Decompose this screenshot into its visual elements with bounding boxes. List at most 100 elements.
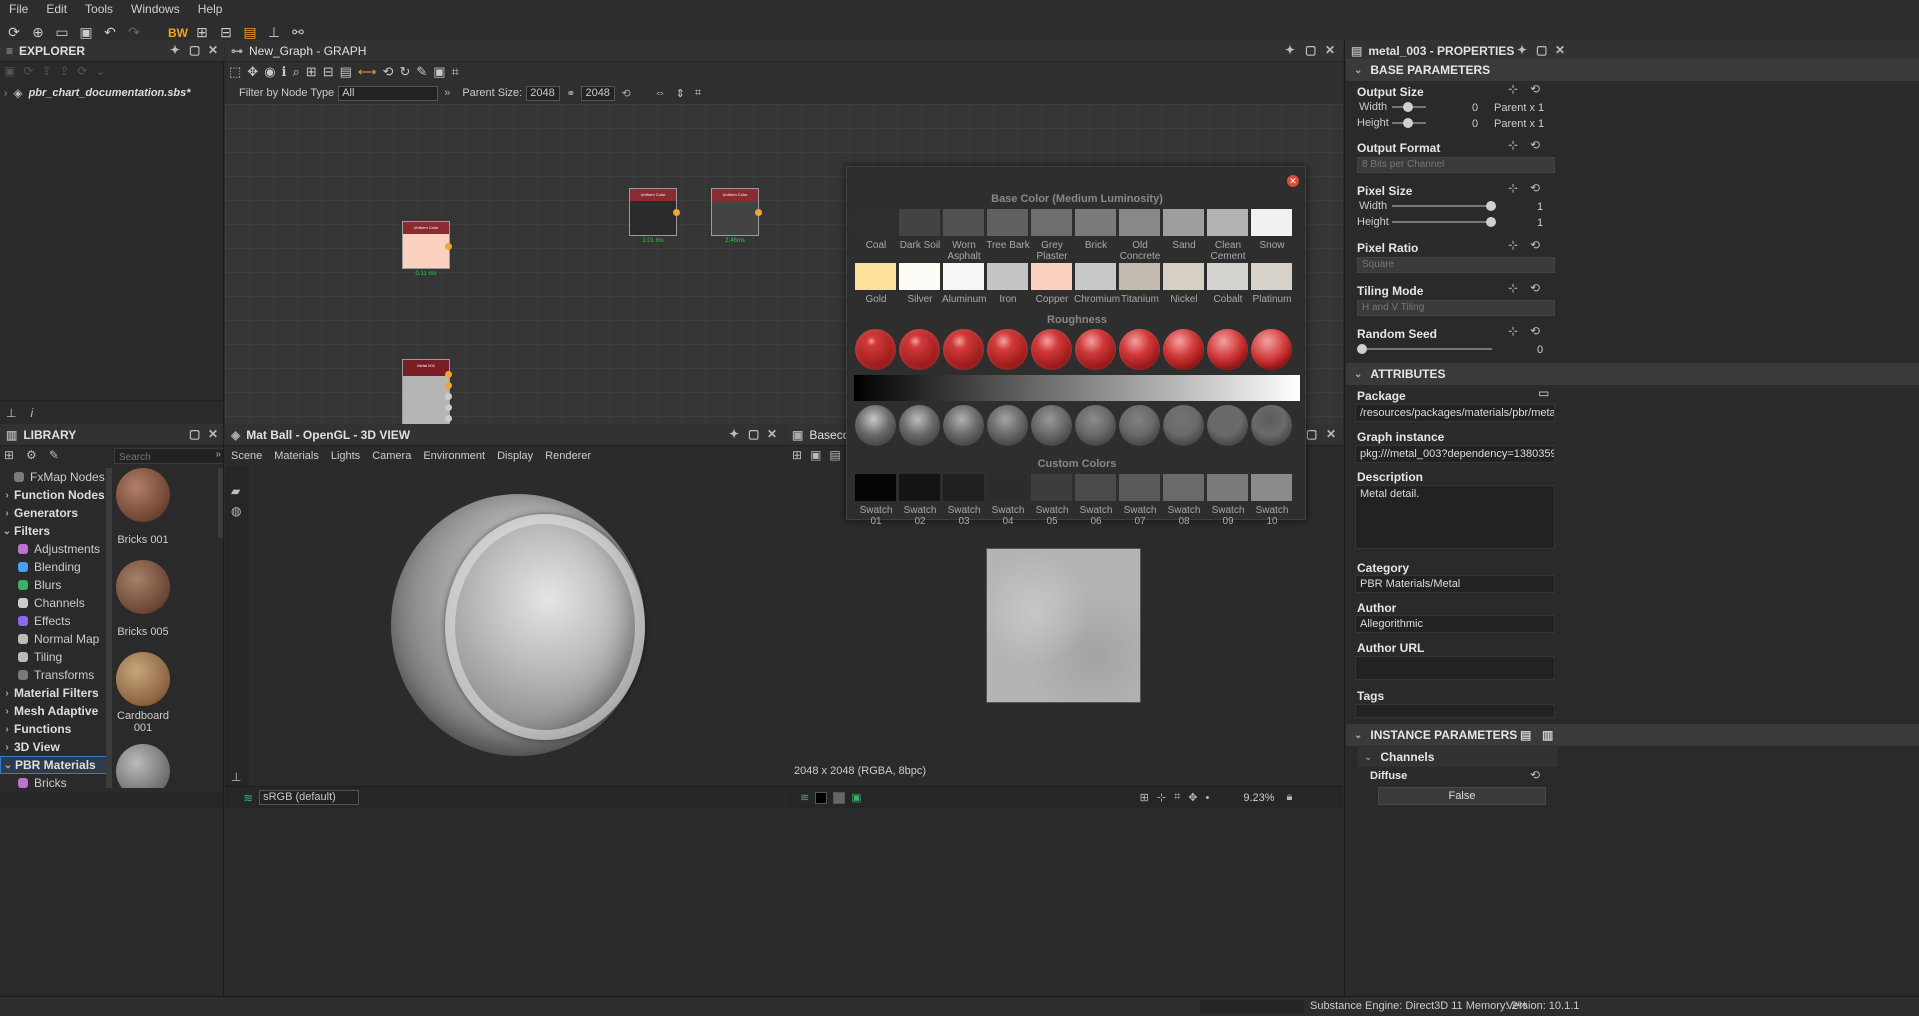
base-parameters-section[interactable]: ⌄ BASE PARAMETERS — [1346, 59, 1919, 81]
pin-icon[interactable]: ✦ — [729, 427, 739, 441]
camera-icon[interactable]: ◉ — [264, 64, 275, 80]
thumb-item[interactable] — [116, 744, 170, 788]
metal-swatch[interactable] — [1031, 263, 1072, 290]
graph-node-uniform-color-3[interactable]: Uniform Color — [711, 188, 759, 236]
view3d-menu-environment[interactable]: Environment — [417, 450, 491, 462]
metal-swatch[interactable] — [855, 263, 896, 290]
pixel-width-slider[interactable] — [1392, 205, 1492, 207]
grid-icon[interactable]: ⊞ — [1140, 791, 1149, 804]
output-format-select[interactable]: 8 Bits per Channel — [1357, 157, 1555, 173]
base-color-swatch[interactable] — [1207, 209, 1248, 236]
custom-swatch[interactable] — [987, 474, 1028, 501]
maximize-icon[interactable]: ▢ — [1306, 427, 1317, 441]
node-output-port[interactable] — [673, 209, 680, 216]
thumb-item[interactable] — [116, 560, 170, 614]
close-overlay-icon[interactable]: ✕ — [1287, 175, 1299, 187]
preview-icon[interactable]: ▣ — [433, 64, 445, 80]
metal-swatch[interactable] — [943, 263, 984, 290]
close-icon[interactable]: ✕ — [1555, 43, 1565, 57]
library-tree-item[interactable]: Blending — [0, 558, 108, 576]
chevron-icon[interactable]: › — [0, 706, 14, 717]
output-height-knob[interactable] — [1403, 118, 1413, 128]
base-color-swatch[interactable] — [1119, 209, 1160, 236]
base-color-swatch[interactable] — [943, 209, 984, 236]
link-icon[interactable]: ⊹ — [1508, 181, 1518, 195]
custom-swatch[interactable] — [1163, 474, 1204, 501]
basecolor-preview[interactable] — [986, 548, 1141, 703]
view3d-menu-scene[interactable]: Scene — [225, 450, 268, 462]
custom-swatch[interactable] — [1251, 474, 1292, 501]
close-icon[interactable]: ✕ — [1326, 427, 1336, 441]
explorer-file-item[interactable]: › ◈ pbr_chart_documentation.sbs* — [4, 86, 191, 100]
random-seed-slider[interactable] — [1360, 348, 1492, 350]
layers-icon[interactable]: ≋ — [243, 791, 253, 805]
folder-icon[interactable]: ▭ — [1538, 386, 1549, 400]
library-tree-item[interactable]: Bricks — [0, 774, 108, 792]
instance-parameters-section[interactable]: ⌄ INSTANCE PARAMETERS ▤ ▥ — [1346, 724, 1919, 746]
link-icon[interactable]: ⊹ — [1508, 324, 1518, 338]
pixel-height-knob[interactable] — [1486, 217, 1496, 227]
custom-swatch[interactable] — [1119, 474, 1160, 501]
menu-edit[interactable]: Edit — [37, 2, 76, 16]
chevron-icon[interactable]: ⌄ — [0, 526, 14, 537]
pixel-height-slider[interactable] — [1392, 221, 1492, 223]
author-url-field[interactable] — [1355, 656, 1555, 680]
custom-swatch[interactable] — [943, 474, 984, 501]
maximize-icon[interactable]: ▢ — [189, 43, 200, 57]
thumb-item[interactable] — [116, 652, 170, 706]
random-seed-knob[interactable] — [1357, 344, 1367, 354]
preview-icon[interactable]: ▣ — [851, 791, 861, 804]
pin-icon[interactable]: ✦ — [1517, 43, 1527, 57]
close-icon[interactable]: ✕ — [1325, 43, 1335, 57]
library-tree-item[interactable]: FxMap Nodes — [0, 468, 108, 486]
crop-icon[interactable]: ⌗ — [452, 64, 459, 80]
reset-icon[interactable]: ⟲ — [1530, 138, 1540, 152]
checker-bg-icon[interactable] — [833, 791, 846, 804]
link-icon[interactable]: ⟲ — [383, 64, 394, 80]
library-tree-item[interactable]: Effects — [0, 612, 108, 630]
output-width-knob[interactable] — [1403, 102, 1413, 112]
custom-swatch[interactable] — [855, 474, 896, 501]
reset-icon[interactable]: ⟲ — [1530, 768, 1540, 782]
chevron-icon[interactable]: › — [0, 688, 14, 699]
package-field[interactable]: /resources/packages/materials/pbr/metal_… — [1355, 404, 1555, 422]
menu-tools[interactable]: Tools — [76, 2, 122, 16]
graph-node-metal[interactable]: Metal 003 — [402, 359, 450, 424]
channels-group[interactable]: ⌄ Channels — [1358, 747, 1558, 767]
metal-swatch[interactable] — [899, 263, 940, 290]
author-field[interactable]: Allegorithmic — [1355, 615, 1555, 633]
metal-swatch[interactable] — [1251, 263, 1292, 290]
attributes-section[interactable]: ⌄ ATTRIBUTES — [1346, 363, 1919, 385]
library-tree-item[interactable]: › 3D View — [0, 738, 108, 756]
base-color-swatch[interactable] — [1251, 209, 1292, 236]
library-tree-item[interactable]: › Mesh Adaptive — [0, 702, 108, 720]
layers-icon[interactable]: ≋ — [800, 791, 809, 804]
double-chevron-icon[interactable]: » — [444, 87, 450, 99]
pin-icon[interactable]: ✦ — [1285, 43, 1295, 57]
metal-swatch[interactable] — [1207, 263, 1248, 290]
dot-icon[interactable]: • — [1205, 792, 1209, 804]
parent-height-select[interactable]: 2048 — [581, 85, 616, 101]
metal-swatch[interactable] — [1075, 263, 1116, 290]
maximize-icon[interactable]: ▢ — [748, 427, 759, 441]
search-input[interactable] — [115, 450, 209, 465]
chevron-right-icon[interactable]: › — [4, 88, 7, 99]
double-chevron-icon[interactable]: » — [215, 449, 221, 460]
library-thumb-scrollbar[interactable] — [218, 468, 223, 538]
move-icon[interactable]: ✥ — [247, 64, 258, 80]
link-icon[interactable]: ⊹ — [1508, 82, 1518, 96]
connect-icon[interactable]: ⟷ — [358, 64, 377, 80]
link-icon[interactable]: ⊹ — [1508, 281, 1518, 295]
layout-icon[interactable]: ▤ — [340, 64, 352, 80]
chain-link-icon[interactable]: ⚭ — [566, 87, 575, 100]
view3d-menu-renderer[interactable]: Renderer — [539, 450, 597, 462]
light-icon[interactable]: ◍ — [231, 504, 241, 518]
graph-instance-field[interactable]: pkg:///metal_003?dependency=1380359088 — [1355, 445, 1555, 463]
view3d-menu-materials[interactable]: Materials — [268, 450, 325, 462]
tools-icon[interactable]: ✎ — [416, 64, 427, 80]
node-output-port[interactable] — [445, 393, 452, 400]
black-bg-icon[interactable] — [815, 791, 828, 804]
close-icon[interactable]: ✕ — [767, 427, 777, 441]
fit-icon[interactable]: ⌗ — [1174, 791, 1180, 804]
reset-icon[interactable]: ⟲ — [621, 87, 630, 100]
